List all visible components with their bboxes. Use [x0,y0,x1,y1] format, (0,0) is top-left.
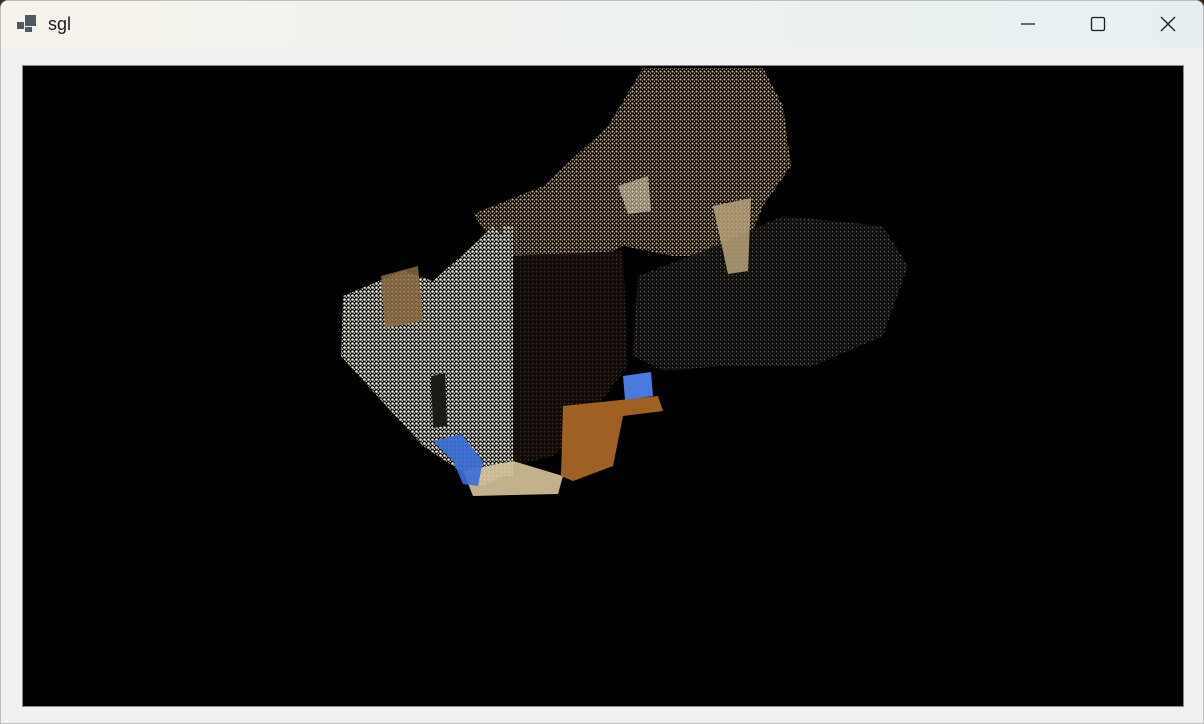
client-area [1,47,1203,723]
window-app-icon [17,15,36,32]
cloud-cabinet [381,266,423,328]
window-title: sgl [48,14,72,34]
title-bar[interactable]: sgl [1,1,1203,47]
minimize-button[interactable] [993,1,1063,47]
cloud-pillar [503,226,513,476]
maximize-icon [1090,16,1106,32]
cloud-door-gap [431,374,447,428]
maximize-button[interactable] [1063,1,1133,47]
close-icon [1160,16,1176,32]
cloud-desk [561,396,663,481]
cloud-monitor [623,372,653,400]
3d-viewport[interactable] [22,65,1184,707]
point-cloud-render [341,68,908,496]
app-window: sgl [0,0,1204,724]
cloud-white-wall [341,226,513,486]
close-button[interactable] [1133,1,1203,47]
minimize-icon [1021,23,1035,25]
